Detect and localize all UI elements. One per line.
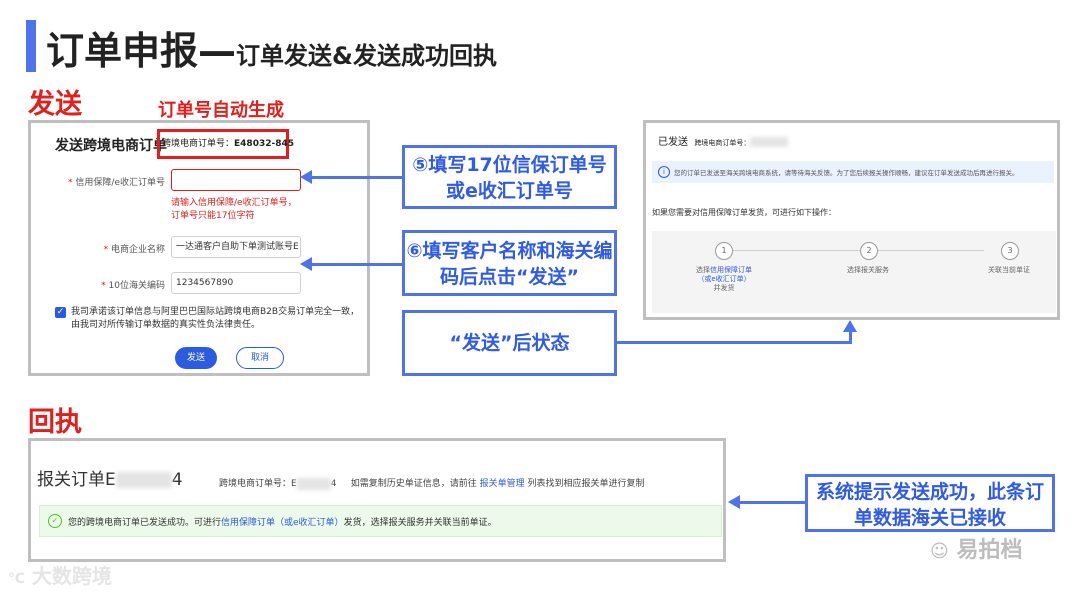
success-text-a: 您的跨境电商订单已发送成功。可进行 xyxy=(68,518,222,528)
watermark-left: ℃ 大数跨境 xyxy=(8,560,112,589)
field-credit-order-label: * 信用保障/e收汇订单号 xyxy=(68,178,165,188)
field-company-label: * 电商企业名称 xyxy=(103,245,165,255)
step-1-label: 选择信用保障订单 （或e收汇订单） 并发货 xyxy=(678,266,770,293)
watermark-left-text: 大数跨境 xyxy=(31,564,112,588)
step-2-circle: 2 xyxy=(860,242,878,260)
watermark-right-text: 易拍档 xyxy=(956,538,1023,563)
success-check-icon: ✓ xyxy=(48,514,62,528)
watermark-logo-icon: ℃ xyxy=(8,571,25,587)
section-receipt-label: 回执 xyxy=(28,407,82,438)
field-customs-code-label-text: 10位海关编码 xyxy=(108,281,165,291)
step-1-label-c: 并发货 xyxy=(713,284,735,292)
blurred-receipt-order xyxy=(296,477,331,490)
title-main-text: 订单申报 xyxy=(46,29,199,73)
sent-info-bar: i 您的订单已发送至海关跨境电商系统，请等待海关反馈。为了您后续报关操作顺畅，建… xyxy=(652,161,1054,183)
step-2-label: 选择报关服务 xyxy=(847,266,889,274)
sent-status-header: 已发送 跨境电商订单号： xyxy=(658,133,789,148)
sent-status-text: 已发送 xyxy=(658,137,688,148)
section-send-label: 发送 xyxy=(28,89,82,120)
send-order-form-panel: 发送跨境电商订单 跨境电商订单号：E48032-845 * 信用保障/e收汇订单… xyxy=(28,120,370,376)
title-dash: — xyxy=(198,29,237,73)
agree-checkbox[interactable]: ✓ xyxy=(55,307,66,318)
arrow-line-3-horizontal xyxy=(617,341,852,344)
success-text-b: 发货，选择报关服务并关联当前单证。 xyxy=(343,518,497,528)
arrow-line-3-vertical xyxy=(849,330,852,344)
credit-order-error: 请输入信用保障/e收汇订单号，订单号只能17位字符 xyxy=(171,198,297,221)
order-number-highlight: 跨境电商订单号：E48032-845 xyxy=(157,129,294,159)
callout-success: 系统提示发送成功，此条订单数据海关已接收 xyxy=(805,474,1055,532)
arrow-head-left-icon xyxy=(728,495,740,509)
copy-text-a: 如需复制历史单证信息，请前往 xyxy=(350,479,477,489)
arrow-line-4 xyxy=(738,501,805,504)
receipt-title: 报关订单E 4 xyxy=(37,465,183,490)
company-name-input[interactable]: 一达通客户自助下单测试账号E xyxy=(171,236,301,258)
sent-prompt: 如果您需要对信用保障订单发货，可进行如下操作： xyxy=(652,208,836,217)
watermark-right: ☺ 易拍档 xyxy=(930,532,1022,564)
sent-order-label: 跨境电商订单号： xyxy=(694,139,751,147)
field-company-label-text: 电商企业名称 xyxy=(110,245,165,255)
receipt-order-info: 跨境电商订单号：E 4 如需复制历史单证信息，请前往 报关单管理 列表找到相应报关… xyxy=(219,476,645,490)
callout-fill-customer: ⑥填写客户名称和海关编码后点击“发送” xyxy=(402,230,617,296)
blurred-receipt-id xyxy=(115,472,172,488)
callout-after-send: “发送”后状态 xyxy=(402,310,617,376)
callout-fill-order-number: ⑤填写17位信保订单号或e收汇订单号 xyxy=(402,145,617,209)
title-sub-text: 订单发送&发送成功回执 xyxy=(236,42,497,70)
customs-declaration-link[interactable]: 报关单管理 xyxy=(480,479,525,489)
receipt-title-prefix: 报关订单E xyxy=(37,470,116,490)
form-title: 发送跨境电商订单 xyxy=(55,138,167,154)
step-3-circle: 3 xyxy=(1001,242,1019,260)
step-3-label: 关联当前单证 xyxy=(988,266,1030,274)
arrow-head-left-icon xyxy=(300,257,312,271)
info-icon: i xyxy=(658,166,670,178)
arrow-line-2 xyxy=(310,263,402,266)
success-message: 您的跨境电商订单已发送成功。可进行信用保障订单（或e收汇订单）发货，选择报关服务… xyxy=(68,515,497,528)
credit-order-input[interactable] xyxy=(171,169,301,191)
step-1-label-b: （或e收汇订单） xyxy=(697,275,751,283)
customs-code-input[interactable]: 1234567890 xyxy=(171,272,301,294)
sent-status-panel: 已发送 跨境电商订单号： i 您的订单已发送至海关跨境电商系统，请等待海关反馈。… xyxy=(643,120,1060,320)
wechat-icon: ☺ xyxy=(930,541,949,562)
send-button[interactable]: 发送 xyxy=(175,347,217,369)
receipt-title-suffix: 4 xyxy=(171,470,183,490)
agree-text: 我司承诺该订单信息与阿里巴巴国际站跨境电商B2B交易订单完全一致，由我司对所传输… xyxy=(71,307,360,330)
step-1-circle: 1 xyxy=(715,242,733,260)
arrow-head-up-icon xyxy=(843,320,857,332)
order-auto-note: 订单号自动生成 xyxy=(158,100,284,121)
sent-info-text: 您的订单已发送至海关跨境电商系统，请等待海关反馈。为了您后续报关操作顺畅，建议在… xyxy=(674,169,1019,177)
field-credit-order-label-text: 信用保障/e收汇订单号 xyxy=(75,178,165,188)
arrow-head-left-icon xyxy=(300,170,312,184)
success-bar: ✓ 您的跨境电商订单已发送成功。可进行信用保障订单（或e收汇订单）发货，选择报关… xyxy=(39,505,722,537)
cancel-button[interactable]: 取消 xyxy=(236,347,284,369)
copy-text-b: 列表找到相应报关单进行复制 xyxy=(527,479,645,489)
step-1-link[interactable]: 信用保障订单 xyxy=(710,266,752,274)
steps-connector xyxy=(730,250,984,251)
steps-area: 1 2 3 选择信用保障订单 （或e收汇订单） 并发货 选择报关服务 关联当前单证 xyxy=(652,231,1056,313)
field-customs-code-label: * 10位海关编码 xyxy=(101,281,165,291)
success-order-link[interactable]: 信用保障订单（或e收汇订单） xyxy=(221,518,344,528)
arrow-line-1 xyxy=(310,176,402,179)
blurred-order-number xyxy=(750,137,789,147)
order-number-label: 跨境电商订单号： xyxy=(162,139,235,149)
receipt-panel: 报关订单E 4 跨境电商订单号：E 4 如需复制历史单证信息，请前往 报关单管理 列… xyxy=(28,438,726,562)
page-title: 订单申报—订单发送&发送成功回执 xyxy=(46,20,497,75)
step-1-label-a: 选择 xyxy=(696,266,710,274)
title-accent-bar xyxy=(26,20,36,72)
receipt-order-label: 跨境电商订单号：E xyxy=(219,479,297,489)
order-number-value: E48032-845 xyxy=(234,139,294,149)
receipt-order-suffix: 4 xyxy=(330,479,337,489)
